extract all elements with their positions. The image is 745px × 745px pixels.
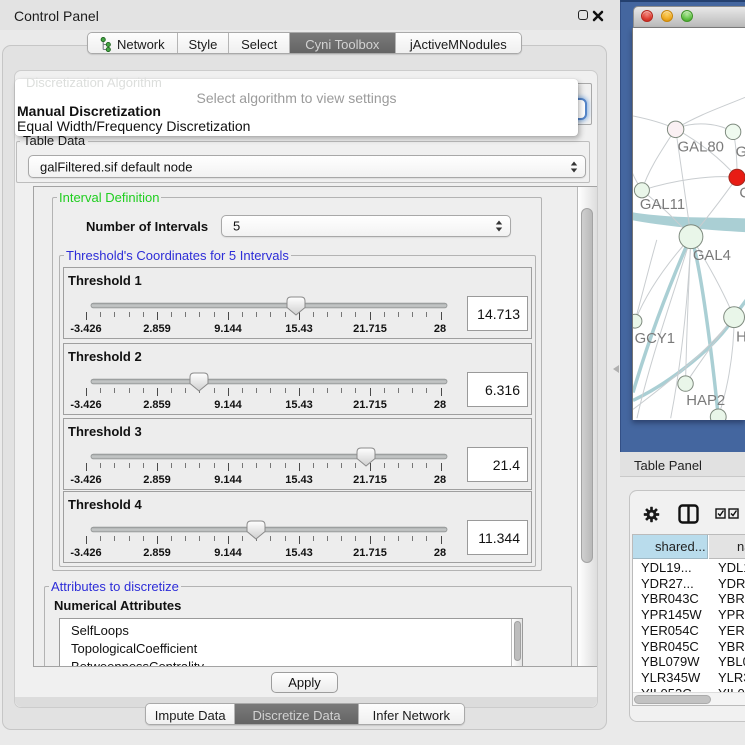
svg-text:GCY1: GCY1 — [635, 331, 675, 347]
svg-text:GAL4: GAL4 — [693, 248, 731, 264]
svg-text:GAL80: GAL80 — [678, 140, 724, 156]
svg-text:H: H — [736, 329, 745, 345]
svg-text:GA: GA — [736, 145, 745, 161]
svg-text:GAL11: GAL11 — [640, 197, 685, 213]
svg-text:HAP2: HAP2 — [686, 393, 725, 409]
svg-text:C: C — [739, 186, 745, 202]
